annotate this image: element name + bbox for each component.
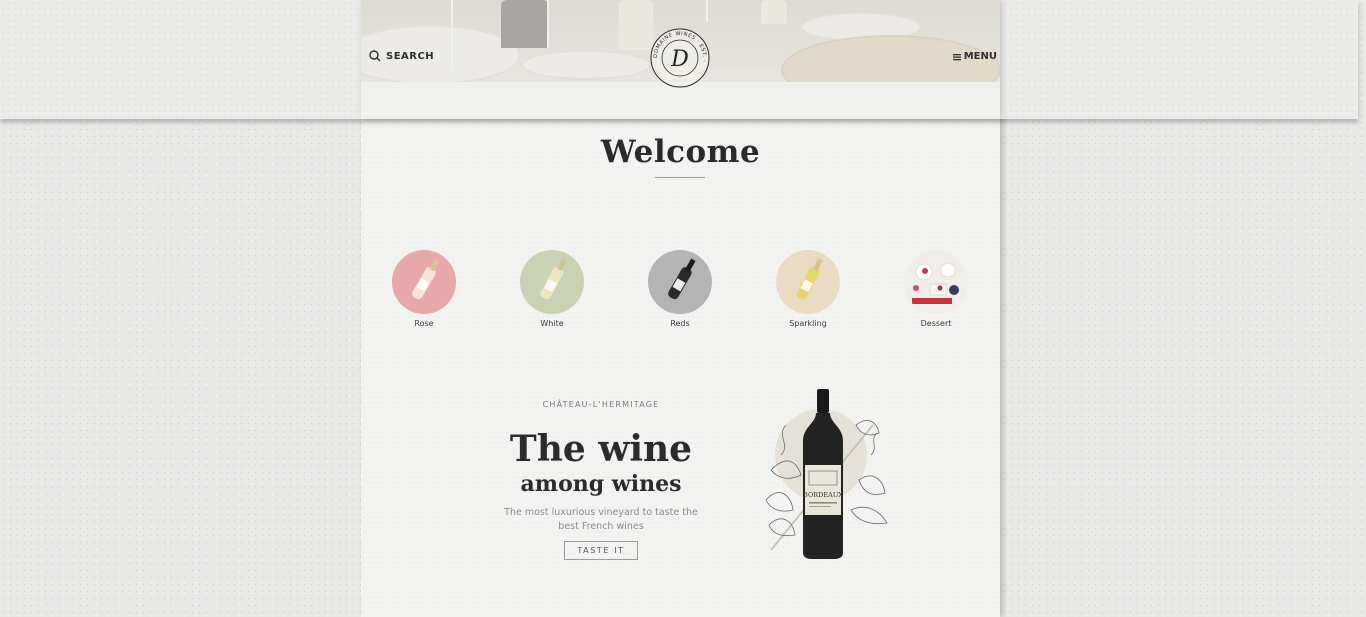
category-label: Dessert	[920, 319, 952, 328]
search-icon	[369, 50, 381, 62]
category-sparkling[interactable]: Sparkling	[763, 250, 853, 328]
category-list: Rose White Reds Sparkling Dessert	[361, 250, 1000, 340]
rose-wine-image	[392, 250, 456, 314]
sparkling-wine-image	[776, 250, 840, 314]
category-label: Reds	[670, 319, 690, 328]
red-wine-image	[648, 250, 712, 314]
category-white[interactable]: White	[507, 250, 597, 328]
search-button[interactable]: SEARCH	[369, 50, 434, 62]
category-rose[interactable]: Rose	[379, 250, 469, 328]
promo-headline: The wine	[509, 428, 693, 470]
logo-emblem-icon: DOMAINE WINES · EST. · D	[650, 28, 710, 88]
header-inner: SEARCH DOMAINE WINES · EST. · D MENU	[361, 0, 1000, 119]
category-dessert[interactable]: Dessert	[891, 250, 981, 328]
category-reds[interactable]: Reds	[635, 250, 725, 328]
menu-label: MENU	[963, 51, 997, 62]
white-wine-image	[520, 250, 584, 314]
bottle-label-text: BORDEAUX	[803, 491, 843, 499]
category-label: White	[540, 319, 564, 328]
taste-it-button[interactable]: TASTE IT	[564, 541, 638, 560]
featured-wine-promo: CHÂTEAU-L'HERMITAGE The wine among wines…	[481, 400, 721, 560]
menu-button[interactable]: MENU	[952, 51, 997, 62]
welcome-title: Welcome	[600, 134, 761, 170]
dessert-image	[904, 250, 968, 314]
title-divider	[655, 177, 705, 178]
site-logo[interactable]: DOMAINE WINES · EST. · D	[650, 28, 710, 88]
promo-subheadline: among wines	[520, 471, 682, 497]
header-bar: SEARCH DOMAINE WINES · EST. · D MENU	[0, 0, 1358, 119]
featured-bottle-image: BORDEAUX	[761, 385, 896, 563]
category-label: Rose	[414, 319, 434, 328]
promo-eyebrow: CHÂTEAU-L'HERMITAGE	[542, 400, 660, 409]
promo-description: The most luxurious vineyard to taste the…	[504, 507, 698, 532]
logo-monogram: D	[670, 47, 689, 72]
search-label: SEARCH	[386, 50, 435, 62]
hamburger-icon	[952, 53, 961, 60]
category-label: Sparkling	[789, 319, 827, 328]
